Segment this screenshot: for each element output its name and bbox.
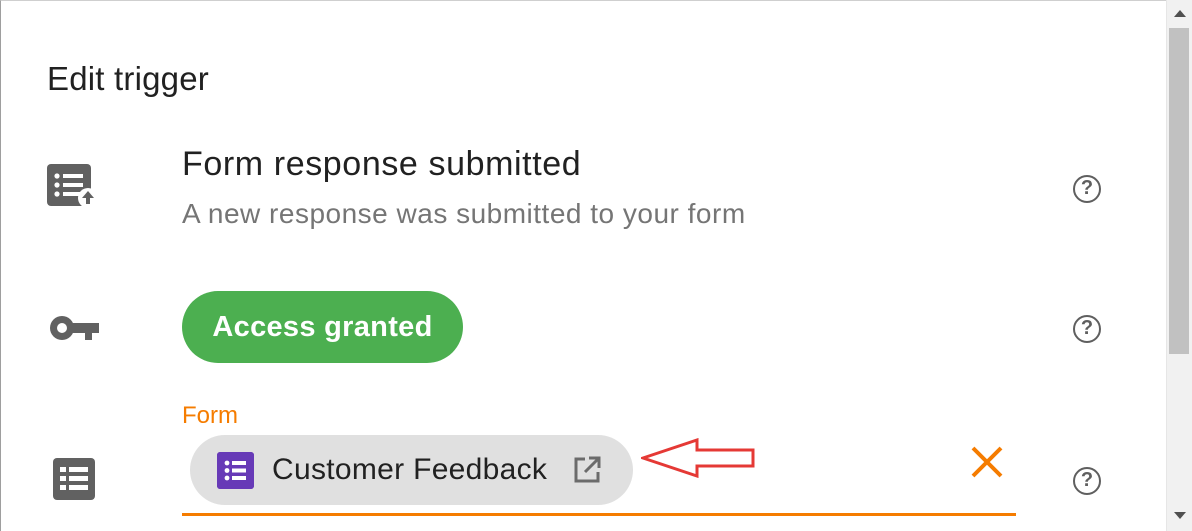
scroll-up-arrow-icon[interactable] xyxy=(1174,10,1186,17)
form-field-label: Form xyxy=(182,402,238,429)
access-granted-button[interactable]: Access granted xyxy=(182,291,463,363)
key-icon xyxy=(50,316,99,340)
help-circle-icon[interactable]: ? xyxy=(1073,315,1101,343)
open-in-new-icon[interactable] xyxy=(572,455,602,485)
scroll-down-arrow-icon[interactable] xyxy=(1174,512,1186,519)
dialog-title: Edit trigger xyxy=(47,60,209,97)
help-circle-icon[interactable]: ? xyxy=(1073,175,1101,203)
close-icon[interactable] xyxy=(967,442,1007,482)
help-circle-icon[interactable]: ? xyxy=(1073,467,1101,495)
selected-form-name: Customer Feedback xyxy=(272,453,548,486)
trigger-description: A new response was submitted to your for… xyxy=(182,198,746,229)
google-forms-icon xyxy=(217,452,254,489)
scrollbar-thumb[interactable] xyxy=(1169,28,1189,354)
form-response-icon xyxy=(47,164,98,208)
edit-trigger-dialog: Edit trigger Form response submitted A n… xyxy=(0,0,1166,531)
vertical-scrollbar[interactable] xyxy=(1166,0,1192,531)
selected-form-chip[interactable]: Customer Feedback xyxy=(190,435,633,505)
form-field-underline xyxy=(182,513,1016,516)
annotation-arrow-icon xyxy=(641,438,755,478)
trigger-name: Form response submitted xyxy=(182,145,582,183)
list-icon xyxy=(53,458,95,500)
